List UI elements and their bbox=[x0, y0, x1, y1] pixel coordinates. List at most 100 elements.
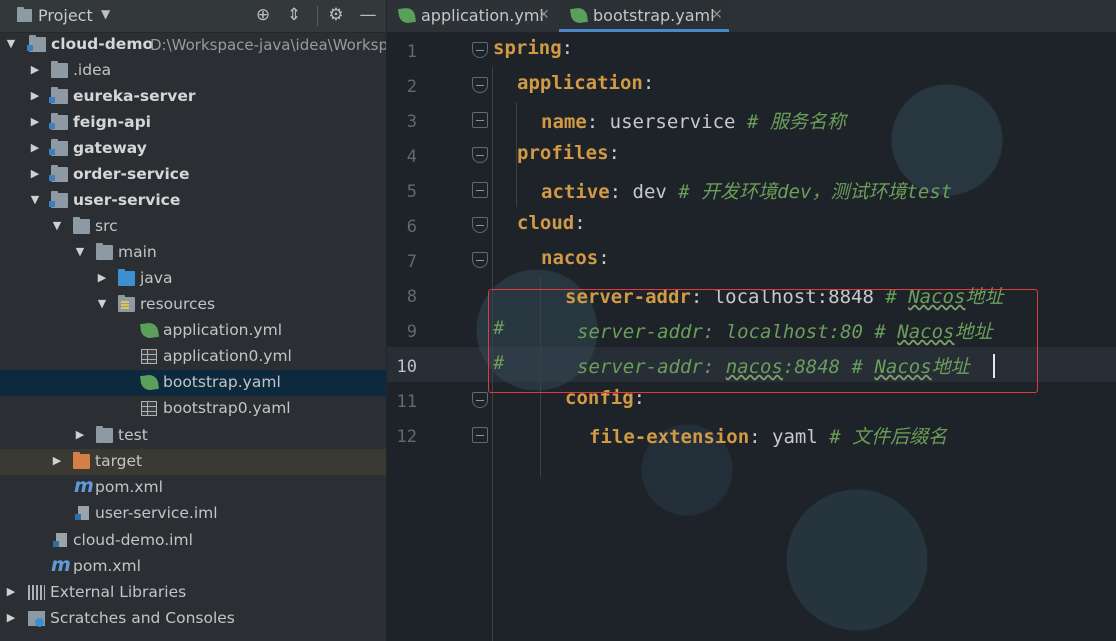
expand-arrow-icon[interactable]: ▼ bbox=[51, 220, 63, 232]
fold-marker-icon[interactable] bbox=[472, 217, 488, 233]
code-line[interactable]: active: dev # 开发环境dev，测试环境test bbox=[387, 172, 1116, 207]
expand-arrow-icon[interactable]: ▼ bbox=[96, 298, 108, 310]
yaml-value: yaml bbox=[760, 426, 818, 448]
tab-bootstrap-yaml[interactable]: bootstrap.yaml ✕ bbox=[559, 0, 729, 32]
close-icon[interactable]: ✕ bbox=[538, 7, 550, 23]
tree-item-resources[interactable]: ▼ resources bbox=[0, 292, 386, 318]
tree-item-external-libraries[interactable]: ▶ External Libraries bbox=[0, 580, 386, 606]
tree-item-main[interactable]: ▼ main bbox=[0, 240, 386, 266]
tree-item-bootstrap0-yaml[interactable]: bootstrap0.yaml bbox=[0, 396, 386, 422]
line-number: 7 bbox=[406, 252, 417, 272]
tree-item-label: main bbox=[118, 243, 157, 261]
fold-marker-icon[interactable] bbox=[472, 147, 488, 163]
collapse-arrow-icon[interactable]: ▶ bbox=[5, 612, 17, 624]
code-line[interactable]: profiles: bbox=[387, 137, 1116, 172]
yaml-colon: : bbox=[608, 142, 620, 164]
code-line[interactable]: file-extension: yaml # 文件后缀名 bbox=[387, 417, 1116, 452]
tree-item-scratches[interactable]: ▶ Scratches and Consoles bbox=[0, 606, 386, 632]
collapse-arrow-icon[interactable]: ▶ bbox=[29, 90, 41, 102]
line-number: 6 bbox=[406, 217, 417, 237]
tree-item-label: test bbox=[118, 426, 148, 444]
chevron-down-icon[interactable]: ▼ bbox=[101, 7, 110, 21]
fold-marker-icon[interactable] bbox=[472, 77, 488, 93]
tree-item-bootstrap-yaml[interactable]: bootstrap.yaml bbox=[0, 370, 386, 396]
yaml-colon: : bbox=[598, 247, 610, 269]
tree-item-cloud-demo[interactable]: ▼ cloud-demo D:\Workspace-java\idea\Work… bbox=[0, 32, 386, 58]
tree-item-cloud-demo-iml[interactable]: cloud-demo.iml bbox=[0, 528, 386, 554]
collapse-all-icon[interactable]: ⇕ bbox=[284, 5, 304, 25]
fold-end-icon[interactable] bbox=[472, 182, 488, 198]
library-icon bbox=[28, 585, 45, 600]
yaml-key: application bbox=[517, 72, 643, 94]
fold-marker-icon[interactable] bbox=[472, 392, 488, 408]
scratches-icon bbox=[28, 611, 45, 627]
tree-item-root-pom-xml[interactable]: m pom.xml bbox=[0, 554, 386, 580]
collapse-arrow-icon[interactable]: ▶ bbox=[96, 272, 108, 284]
tree-item-user-service-iml[interactable]: user-service.iml bbox=[0, 501, 386, 527]
fold-end-icon[interactable] bbox=[472, 427, 488, 443]
fold-end-icon[interactable] bbox=[472, 112, 488, 128]
tree-item-order-service[interactable]: ▶ order-service bbox=[0, 162, 386, 188]
yaml-comment: # 文件后缀名 bbox=[817, 426, 948, 448]
tree-item-eureka-server[interactable]: ▶ eureka-server bbox=[0, 84, 386, 110]
tree-item-src[interactable]: ▼ src bbox=[0, 214, 386, 240]
line-number-current: 10 bbox=[396, 357, 417, 377]
tree-item-application0-yml[interactable]: application0.yml bbox=[0, 344, 386, 370]
collapse-arrow-icon[interactable]: ▶ bbox=[29, 142, 41, 154]
tree-item-label: pom.xml bbox=[95, 478, 163, 496]
tree-item-label: External Libraries bbox=[50, 583, 187, 601]
iml-file-icon bbox=[75, 506, 89, 520]
folder-icon bbox=[96, 426, 113, 443]
collapse-arrow-icon[interactable]: ▶ bbox=[74, 429, 86, 441]
folder-icon bbox=[51, 61, 68, 78]
tree-item-label: pom.xml bbox=[73, 557, 141, 575]
tree-item-test[interactable]: ▶ test bbox=[0, 423, 386, 449]
gear-icon[interactable]: ⚙ bbox=[326, 5, 346, 25]
module-folder-icon bbox=[49, 191, 68, 208]
tree-item-user-service[interactable]: ▼ user-service bbox=[0, 188, 386, 214]
line-number: 3 bbox=[406, 112, 417, 132]
tree-item-idea[interactable]: ▶ .idea bbox=[0, 58, 386, 84]
close-icon[interactable]: ✕ bbox=[711, 7, 723, 23]
line-number: 11 bbox=[396, 392, 417, 412]
collapse-arrow-icon[interactable]: ▶ bbox=[5, 586, 17, 598]
tree-item-label: Scratches and Consoles bbox=[50, 609, 235, 627]
yaml-key: cloud bbox=[517, 212, 575, 234]
project-panel-title[interactable]: Project bbox=[38, 6, 93, 25]
expand-arrow-icon[interactable]: ▼ bbox=[29, 194, 41, 206]
collapse-arrow-icon[interactable]: ▶ bbox=[29, 168, 41, 180]
tree-item-label: user-service.iml bbox=[95, 504, 218, 522]
tree-item-feign-api[interactable]: ▶ feign-api bbox=[0, 110, 386, 136]
expand-arrow-icon[interactable]: ▼ bbox=[5, 38, 17, 50]
annotation-highlight-box bbox=[488, 289, 1038, 393]
fold-marker-icon[interactable] bbox=[472, 42, 488, 58]
tree-item-java[interactable]: ▶ java bbox=[0, 266, 386, 292]
line-number: 8 bbox=[406, 287, 417, 307]
code-line[interactable]: nacos: bbox=[387, 242, 1116, 277]
tree-item-pom-xml[interactable]: m pom.xml bbox=[0, 475, 386, 501]
minimize-icon[interactable]: — bbox=[358, 5, 378, 25]
collapse-arrow-icon[interactable]: ▶ bbox=[29, 64, 41, 76]
collapse-arrow-icon[interactable]: ▶ bbox=[51, 455, 63, 467]
expand-arrow-icon[interactable]: ▼ bbox=[74, 246, 86, 258]
tree-item-application-yml[interactable]: application.yml bbox=[0, 318, 386, 344]
collapse-arrow-icon[interactable]: ▶ bbox=[29, 116, 41, 128]
spring-leaf-icon bbox=[140, 373, 159, 392]
maven-icon: m bbox=[51, 554, 71, 576]
yaml-value: userservice bbox=[598, 111, 736, 133]
yaml-colon: : bbox=[586, 111, 599, 133]
tree-item-label: .idea bbox=[73, 61, 112, 79]
code-line[interactable]: spring: bbox=[387, 32, 1116, 67]
module-folder-icon bbox=[27, 35, 46, 52]
tab-application-yml[interactable]: application.yml ✕ bbox=[387, 0, 555, 32]
code-line[interactable]: name: userservice # 服务名称 bbox=[387, 102, 1116, 137]
fold-marker-icon[interactable] bbox=[472, 252, 488, 268]
yaml-colon: : bbox=[642, 72, 655, 94]
code-line[interactable]: application: bbox=[387, 67, 1116, 102]
tree-item-target[interactable]: ▶ target bbox=[0, 449, 386, 475]
iml-file-icon bbox=[53, 533, 67, 547]
locate-icon[interactable]: ⊕ bbox=[253, 5, 273, 25]
code-line[interactable]: cloud: bbox=[387, 207, 1116, 242]
code-editor[interactable]: application.yml ✕ bootstrap.yaml ✕ sprin… bbox=[387, 0, 1116, 641]
tree-item-gateway[interactable]: ▶ gateway bbox=[0, 136, 386, 162]
